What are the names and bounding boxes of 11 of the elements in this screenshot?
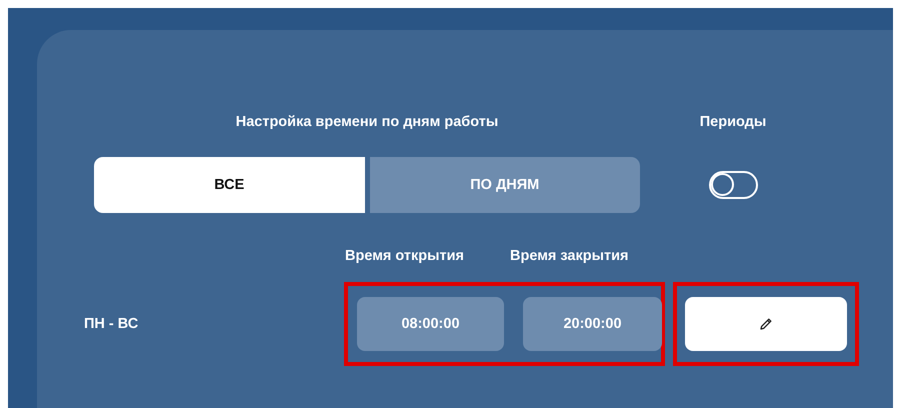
- column-header: Время закрытия: [509, 248, 630, 264]
- column-header: Время открытия: [344, 248, 465, 264]
- mode-tab[interactable]: ВСЕ: [94, 157, 364, 213]
- close-time-field[interactable]: 20:00:00: [523, 297, 662, 351]
- section-heading: Настройка времени по дням работы: [234, 114, 500, 130]
- periods-toggle[interactable]: [708, 171, 758, 199]
- periods-label: Периоды: [698, 114, 768, 130]
- days-label: ПН - ВС: [84, 316, 140, 332]
- open-time-field[interactable]: 08:00:00: [357, 297, 504, 351]
- pencil-icon: [759, 317, 773, 331]
- mode-tab[interactable]: ПО ДНЯМ: [370, 157, 640, 213]
